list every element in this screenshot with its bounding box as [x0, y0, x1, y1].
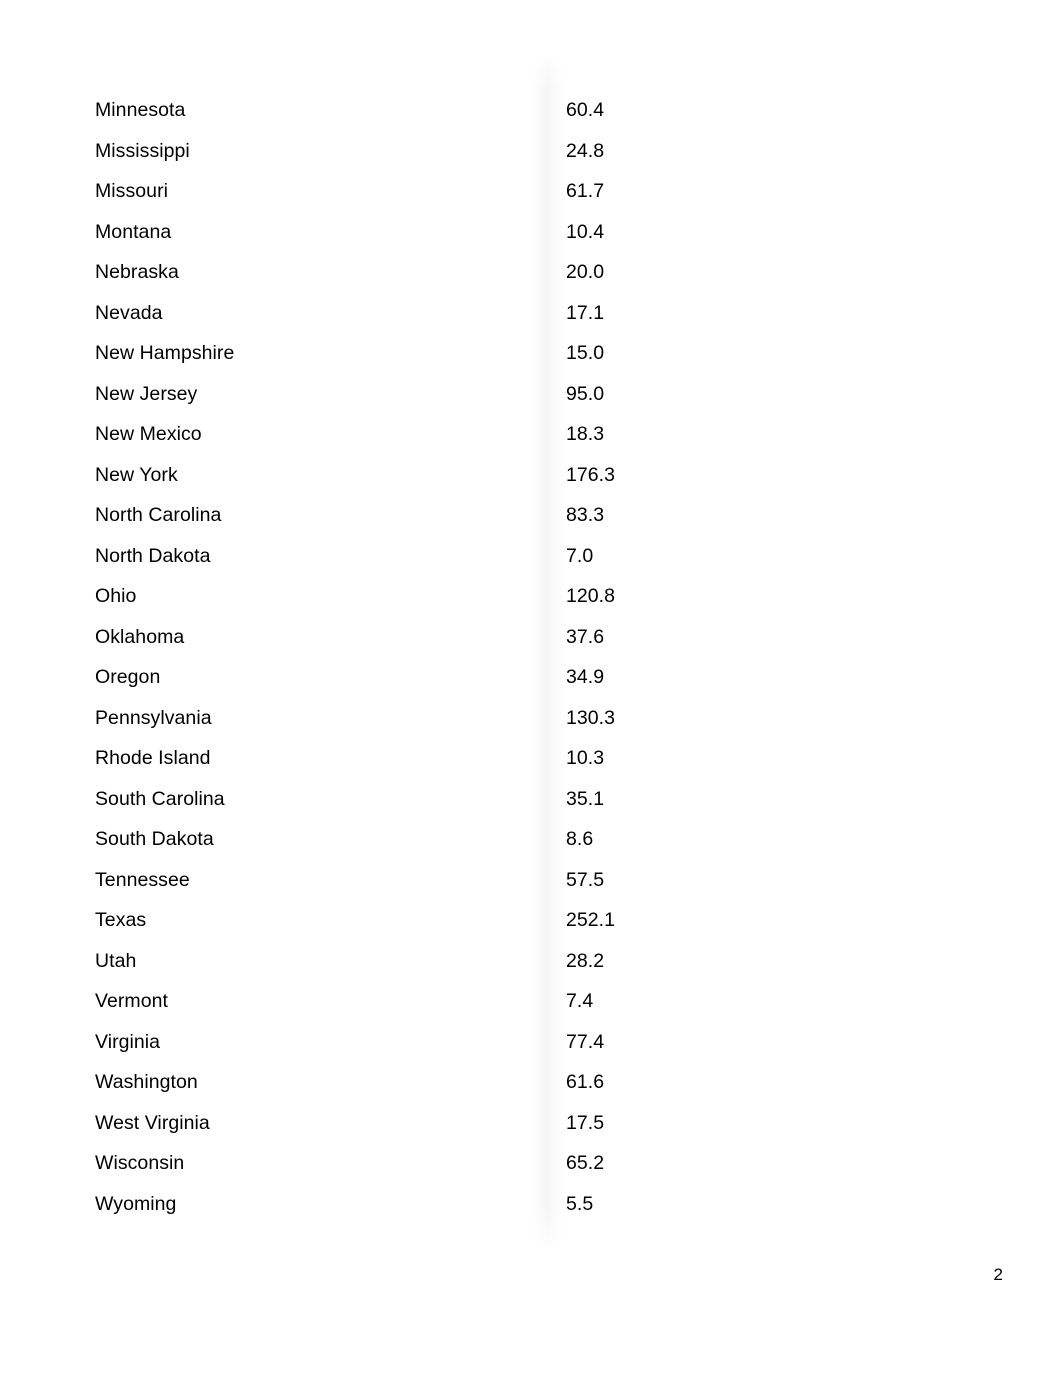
- row-label: New York: [95, 463, 178, 486]
- table-row: Virginia 77.4: [0, 1028, 1062, 1056]
- table-row: Utah 28.2: [0, 947, 1062, 975]
- row-label: Nebraska: [95, 261, 179, 283]
- table-row: Oregon 34.9: [0, 663, 1062, 691]
- row-value: 28.2: [566, 949, 605, 972]
- row-label: New Jersey: [95, 382, 198, 405]
- row-value: 61.7: [566, 180, 605, 202]
- row-label: South Carolina: [95, 787, 225, 810]
- row-value: 8.6: [566, 828, 594, 850]
- row-label: Ohio: [95, 585, 137, 607]
- table-row: Tennessee 57.5: [0, 866, 1062, 894]
- row-label: Oklahoma: [95, 625, 185, 648]
- table-row: Nevada 17.1: [0, 299, 1062, 327]
- row-value: 5.5: [566, 1192, 594, 1215]
- table-row: Nebraska 20.0: [0, 258, 1062, 286]
- row-value: 252.1: [566, 909, 616, 931]
- row-value: 57.5: [566, 868, 605, 891]
- row-value: 17.5: [566, 1111, 605, 1134]
- row-label: Texas: [95, 909, 147, 931]
- row-label: Wyoming: [95, 1192, 177, 1215]
- table-row: Rhode Island 10.3: [0, 744, 1062, 772]
- table-row: Montana 10.4: [0, 218, 1062, 246]
- table-row: Ohio 120.8: [0, 582, 1062, 610]
- row-label: Vermont: [95, 990, 168, 1012]
- row-label: New Hampshire: [95, 342, 235, 364]
- row-label: Pennsylvania: [95, 706, 212, 729]
- row-label: Oregon: [95, 666, 161, 688]
- row-label: Mississippi: [95, 139, 190, 162]
- table-row: South Carolina 35.1: [0, 785, 1062, 813]
- table-row: Oklahoma 37.6: [0, 623, 1062, 651]
- row-value: 61.6: [566, 1071, 605, 1093]
- table-row: Mississippi 24.8: [0, 137, 1062, 165]
- row-label: North Carolina: [95, 504, 222, 526]
- row-label: Rhode Island: [95, 747, 211, 769]
- table-row: Vermont 7.4: [0, 987, 1062, 1015]
- table-row: New Hampshire 15.0: [0, 339, 1062, 367]
- row-value: 20.0: [566, 261, 605, 283]
- row-value: 176.3: [566, 463, 616, 486]
- table-row: New Mexico 18.3: [0, 420, 1062, 448]
- page-number: 2: [993, 1265, 1003, 1284]
- row-value: 15.0: [566, 342, 605, 364]
- table-row: Missouri 61.7: [0, 177, 1062, 205]
- row-value: 10.4: [566, 220, 605, 243]
- row-value: 24.8: [566, 139, 605, 162]
- row-label: Missouri: [95, 180, 168, 202]
- row-value: 130.3: [566, 706, 616, 729]
- row-value: 37.6: [566, 625, 605, 648]
- table-row: West Virginia 17.5: [0, 1109, 1062, 1137]
- row-value: 34.9: [566, 666, 605, 688]
- table-row: Minnesota 60.4: [0, 96, 1062, 124]
- row-label: Wisconsin: [95, 1152, 185, 1174]
- table-row: Wyoming 5.5: [0, 1190, 1062, 1218]
- row-value: 95.0: [566, 382, 605, 405]
- row-label: Montana: [95, 220, 172, 243]
- row-value: 120.8: [566, 585, 616, 607]
- row-label: Minnesota: [95, 99, 186, 121]
- row-value: 10.3: [566, 747, 605, 769]
- table-row: North Dakota 7.0: [0, 542, 1062, 570]
- document-page: Minnesota 60.4 Mississippi 24.8 Missouri 61.7…: [0, 0, 1062, 1376]
- row-value: 17.1: [566, 301, 605, 324]
- row-label: Virginia: [95, 1030, 161, 1053]
- row-label: Tennessee: [95, 868, 190, 891]
- table-row: Pennsylvania 130.3: [0, 704, 1062, 732]
- table-row: Wisconsin 65.2: [0, 1149, 1062, 1177]
- row-value: 83.3: [566, 504, 605, 526]
- table-row: South Dakota 8.6: [0, 825, 1062, 853]
- row-value: 7.0: [566, 544, 594, 567]
- table-row: North Carolina 83.3: [0, 501, 1062, 529]
- table-row: New York 176.3: [0, 461, 1062, 489]
- row-label: Nevada: [95, 301, 163, 324]
- row-label: New Mexico: [95, 423, 202, 445]
- row-label: West Virginia: [95, 1111, 210, 1134]
- row-label: Utah: [95, 949, 137, 972]
- row-label: North Dakota: [95, 544, 211, 567]
- row-value: 60.4: [566, 99, 605, 121]
- table-row: Washington 61.6: [0, 1068, 1062, 1096]
- table-row: New Jersey 95.0: [0, 380, 1062, 408]
- table-row: Texas 252.1: [0, 906, 1062, 934]
- row-value: 35.1: [566, 787, 605, 810]
- row-value: 18.3: [566, 423, 605, 445]
- row-value: 65.2: [566, 1152, 605, 1174]
- row-label: Washington: [95, 1071, 198, 1093]
- row-label: South Dakota: [95, 828, 214, 850]
- row-value: 77.4: [566, 1030, 605, 1053]
- row-value: 7.4: [566, 990, 594, 1012]
